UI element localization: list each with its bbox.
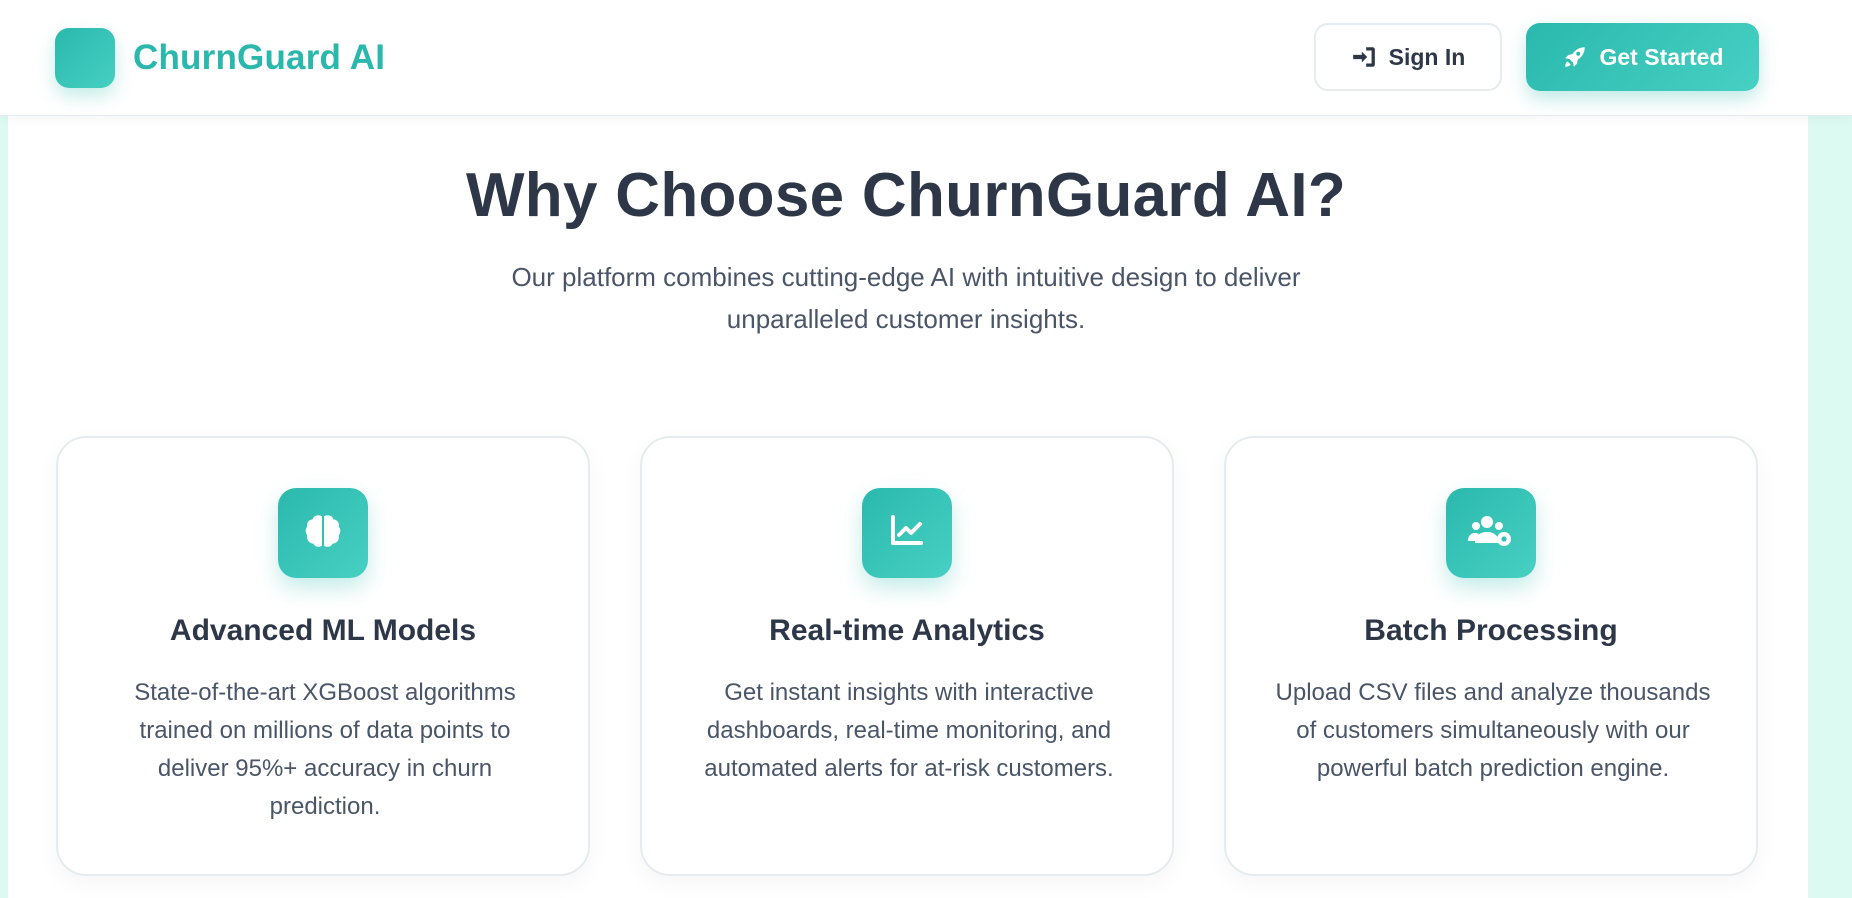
brain-icon xyxy=(302,510,344,557)
feature-card-realtime-analytics: Real-time Analytics Get instant insights… xyxy=(640,436,1174,876)
get-started-label: Get Started xyxy=(1599,43,1724,70)
header-actions: Sign In Get Started xyxy=(1314,23,1759,91)
feature-cards: Advanced ML Models State-of-the-art XGBo… xyxy=(56,436,1758,876)
sign-in-button[interactable]: Sign In xyxy=(1314,23,1502,91)
section-title: Why Choose ChurnGuard AI? xyxy=(465,161,1347,230)
feature-icon-box xyxy=(1446,488,1536,578)
feature-icon-box xyxy=(278,488,368,578)
feature-description: Upload CSV files and analyze thousands o… xyxy=(1275,679,1711,782)
feature-title: Advanced ML Models xyxy=(169,614,477,647)
brand-logo-icon[interactable] xyxy=(55,28,115,88)
brand[interactable]: ChurnGuard AI xyxy=(55,28,385,88)
section-subtitle: Our platform combines cutting-edge AI wi… xyxy=(511,262,1301,334)
sign-in-icon xyxy=(1351,44,1377,70)
feature-title: Real-time Analytics xyxy=(769,614,1045,647)
sign-in-label: Sign In xyxy=(1388,43,1466,70)
users-cog-icon xyxy=(1467,511,1515,556)
feature-card-batch-processing: Batch Processing Upload CSV files and an… xyxy=(1224,436,1758,876)
top-navbar: ChurnGuard AI Sign In Get Started xyxy=(0,0,1852,116)
feature-card-ml-models: Advanced ML Models State-of-the-art XGBo… xyxy=(56,436,590,876)
get-started-button[interactable]: Get Started xyxy=(1526,23,1759,91)
feature-icon-box xyxy=(862,488,952,578)
brand-name[interactable]: ChurnGuard AI xyxy=(133,38,385,78)
chart-line-icon xyxy=(887,511,927,556)
feature-description: State-of-the-art XGBoost algorithms trai… xyxy=(134,679,516,820)
rocket-icon xyxy=(1562,44,1588,70)
page-left-border xyxy=(0,0,8,898)
feature-title: Batch Processing xyxy=(1364,614,1618,647)
feature-description: Get instant insights with interactive da… xyxy=(704,679,1114,782)
page-right-border xyxy=(1808,0,1852,898)
